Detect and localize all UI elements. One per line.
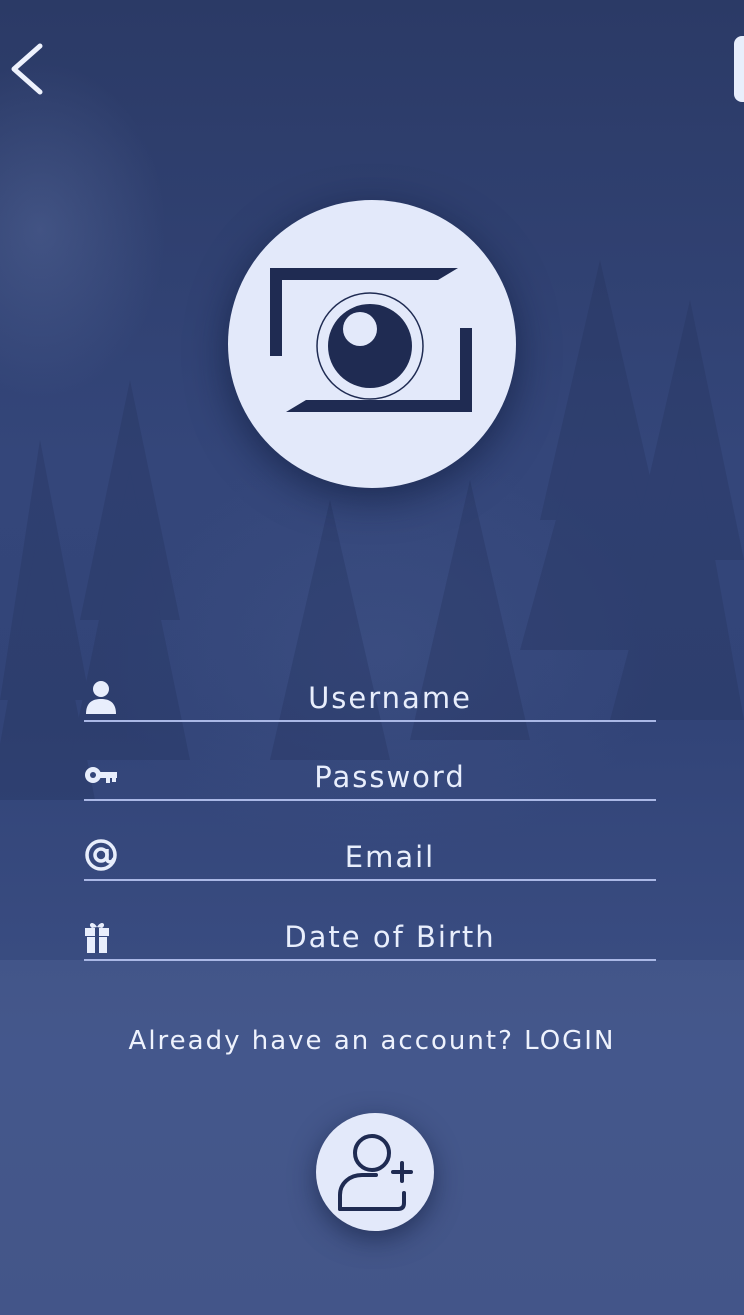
signup-button[interactable] xyxy=(316,1113,434,1231)
add-user-icon xyxy=(338,1134,413,1211)
app-logo xyxy=(228,200,516,488)
chevron-left-icon xyxy=(11,43,43,95)
gift-icon xyxy=(85,923,109,953)
user-icon xyxy=(86,681,116,714)
key-icon xyxy=(85,767,117,783)
dob-field xyxy=(84,917,656,961)
back-button[interactable] xyxy=(8,40,56,98)
at-icon xyxy=(85,839,117,871)
login-link[interactable]: Already have an account? LOGIN xyxy=(0,1026,744,1056)
dob-input[interactable] xyxy=(124,917,656,957)
email-input[interactable] xyxy=(124,837,656,877)
username-input[interactable] xyxy=(124,678,656,718)
email-field xyxy=(84,837,656,881)
camera-icon xyxy=(270,268,472,412)
password-field xyxy=(84,757,656,801)
password-input[interactable] xyxy=(124,757,656,797)
side-drawer-handle[interactable] xyxy=(734,36,744,102)
username-field xyxy=(84,678,656,722)
